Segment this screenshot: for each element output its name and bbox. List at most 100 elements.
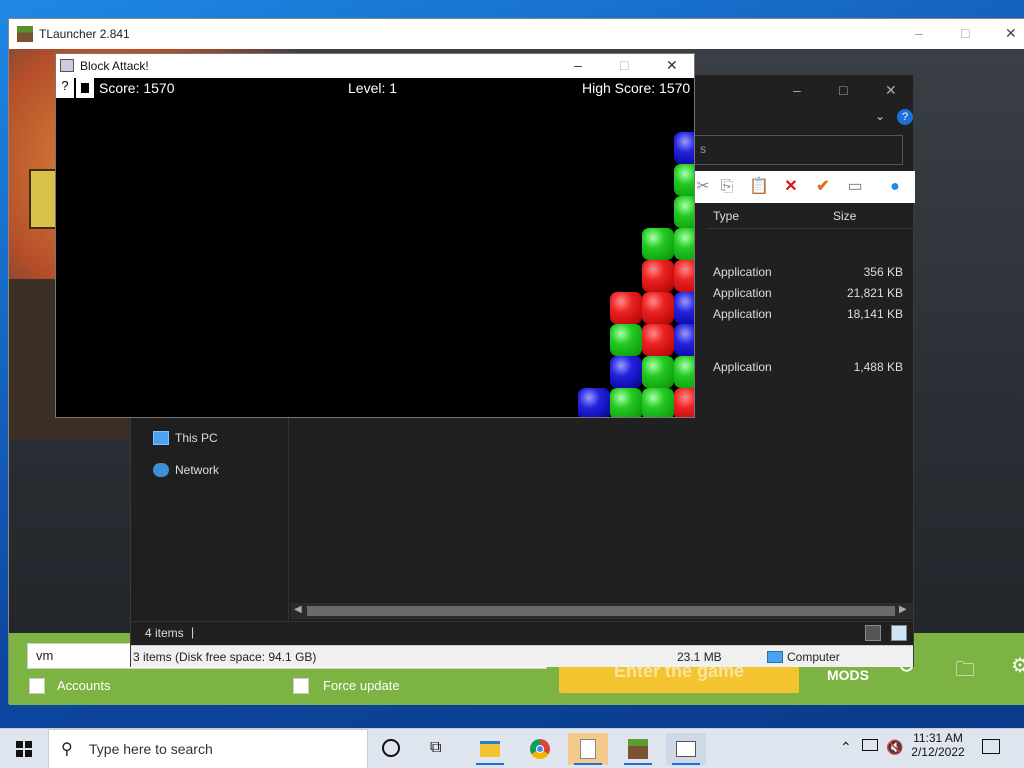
explorer-status-bar-classic: 3 items (Disk free space: 94.1 GB) 23.1 …: [131, 645, 913, 667]
item-size: 356 KB: [863, 265, 903, 279]
block[interactable]: [642, 228, 674, 260]
accounts-checkbox[interactable]: [29, 678, 45, 694]
delete-icon[interactable]: ✕: [781, 178, 801, 196]
tlauncher-titlebar[interactable]: TLauncher 2.841 – □ ✕: [9, 19, 1024, 49]
stop-icon: [81, 83, 89, 93]
show-hidden-icons[interactable]: ⌃: [840, 739, 852, 756]
block[interactable]: [674, 132, 694, 164]
block[interactable]: [674, 356, 694, 388]
block-attack-maximize-icon[interactable]: □: [620, 57, 628, 73]
item-type: Application: [713, 265, 772, 279]
settings-icon[interactable]: ⚙: [1011, 653, 1024, 678]
explorer-minimize-icon[interactable]: –: [793, 82, 801, 98]
column-type[interactable]: Type: [713, 209, 739, 223]
force-update-label: Force update: [323, 678, 400, 693]
notifications-icon[interactable]: [982, 739, 1000, 754]
details-view-icon[interactable]: [865, 625, 881, 641]
computer-icon: [153, 431, 169, 445]
chrome-taskbar[interactable]: [520, 733, 560, 765]
folder-icon[interactable]: 🗀: [955, 655, 975, 689]
block-attack-taskbar[interactable]: [666, 733, 706, 765]
block[interactable]: [674, 292, 694, 324]
block[interactable]: [674, 324, 694, 356]
start-button[interactable]: [0, 729, 48, 768]
nav-network[interactable]: Network: [175, 463, 219, 477]
scrollbar-thumb[interactable]: [307, 606, 895, 616]
list-item[interactable]: Application 18,141 KB: [713, 307, 903, 323]
block-attack-close-icon[interactable]: ✕: [666, 57, 678, 74]
accounts-label: Accounts: [57, 678, 111, 693]
search-box[interactable]: s: [691, 135, 903, 165]
force-update-checkbox[interactable]: [293, 678, 309, 694]
block[interactable]: [642, 388, 674, 417]
column-size[interactable]: Size: [833, 209, 856, 223]
network-status-icon[interactable]: [862, 739, 878, 751]
navigation-pane: This PC Network: [131, 415, 289, 620]
file-explorer-taskbar[interactable]: [470, 733, 510, 765]
status-divider: |: [191, 625, 195, 639]
paste-icon[interactable]: 📋: [749, 178, 769, 196]
block[interactable]: [610, 356, 642, 388]
block[interactable]: [642, 324, 674, 356]
block-attack-minimize-icon[interactable]: –: [574, 57, 582, 73]
column-headers: Type Size: [706, 205, 914, 229]
tiles-view-icon[interactable]: [891, 625, 907, 641]
cortana-icon[interactable]: [382, 739, 400, 757]
block[interactable]: [674, 388, 694, 417]
explorer-close-icon[interactable]: ✕: [885, 82, 897, 99]
mods-logo[interactable]: MODS: [827, 667, 869, 683]
tlauncher-icon: [17, 26, 33, 42]
copy-icon[interactable]: ⎘: [717, 178, 737, 196]
minecraft-taskbar[interactable]: [618, 733, 658, 765]
volume-muted-icon[interactable]: 🔇: [886, 739, 903, 756]
rename-icon[interactable]: ▭: [845, 178, 865, 196]
taskbar: ⚲ Type here to search ⧉ ⌃ 🔇 11:31 AM 2/1…: [0, 728, 1024, 768]
block[interactable]: [674, 260, 694, 292]
task-view-icon[interactable]: ⧉: [430, 739, 441, 757]
help-button[interactable]: ?: [56, 78, 74, 98]
block[interactable]: [674, 164, 694, 196]
help-icon[interactable]: ?: [897, 109, 913, 125]
java-icon: [580, 739, 596, 759]
explorer-maximize-icon[interactable]: □: [839, 82, 847, 98]
list-item[interactable]: Application 356 KB: [713, 265, 903, 281]
tlauncher-title: TLauncher 2.841: [39, 27, 130, 41]
horizontal-scrollbar[interactable]: ◀ ▶: [291, 603, 913, 619]
block[interactable]: [610, 292, 642, 324]
nav-this-pc[interactable]: This PC: [175, 431, 218, 445]
running-indicator: [672, 763, 700, 765]
cut-icon[interactable]: ✂: [693, 178, 713, 196]
scroll-left-icon[interactable]: ◀: [294, 604, 302, 615]
item-size: 1,488 KB: [853, 360, 903, 374]
running-indicator: [476, 763, 504, 765]
taskbar-search[interactable]: ⚲ Type here to search: [48, 729, 368, 768]
clock[interactable]: 11:31 AM 2/12/2022: [906, 731, 970, 767]
block[interactable]: [674, 196, 694, 228]
block[interactable]: [610, 388, 642, 417]
pause-button[interactable]: [76, 78, 94, 98]
scroll-right-icon[interactable]: ▶: [899, 604, 907, 615]
block-attack-title: Block Attack!: [80, 59, 149, 73]
block[interactable]: [674, 228, 694, 260]
running-indicator: [624, 763, 652, 765]
block[interactable]: [642, 260, 674, 292]
block[interactable]: [610, 324, 642, 356]
java-taskbar[interactable]: [568, 733, 608, 765]
block-attack-icon: [676, 741, 696, 757]
close-icon[interactable]: ✕: [1005, 25, 1017, 42]
file-explorer-icon: [480, 741, 500, 757]
block[interactable]: [642, 292, 674, 324]
block[interactable]: [642, 356, 674, 388]
block-attack-titlebar[interactable]: Block Attack! – □ ✕: [56, 54, 694, 78]
minimize-icon[interactable]: –: [915, 25, 923, 41]
windows-icon: [16, 741, 32, 757]
list-item[interactable]: Application 21,821 KB: [713, 286, 903, 302]
time: 11:31 AM: [913, 731, 963, 745]
expand-ribbon-icon[interactable]: ⌄: [875, 109, 885, 123]
shell-icon[interactable]: ●: [885, 178, 905, 196]
check-icon[interactable]: ✔: [813, 178, 833, 196]
game-board[interactable]: [56, 100, 694, 417]
block[interactable]: [578, 388, 610, 417]
list-item[interactable]: Application 1,488 KB: [713, 360, 903, 376]
maximize-icon[interactable]: □: [961, 25, 969, 41]
